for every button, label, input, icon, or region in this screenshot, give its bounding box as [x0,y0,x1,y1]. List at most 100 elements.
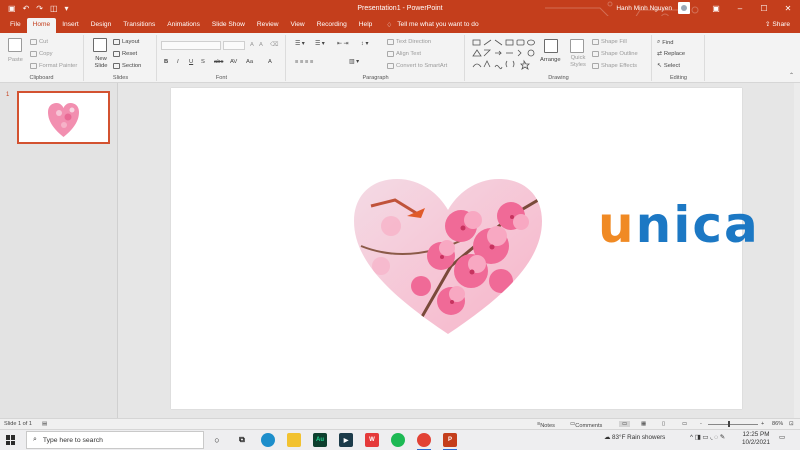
tab-transitions[interactable]: Transitions [117,16,161,33]
zoom-in-button[interactable]: + [761,421,764,427]
minimize-icon[interactable]: – [728,0,752,16]
chrome-icon[interactable] [417,433,431,447]
find-button[interactable]: ⌕ Find [657,39,674,46]
shape-outline-button[interactable]: Shape Outline [592,51,638,57]
shape-effects-button[interactable]: Shape Effects [592,63,637,69]
shape-fill-button[interactable]: Shape Fill [592,39,627,45]
task-view-icon[interactable]: ⧉ [235,433,249,447]
tab-file[interactable]: File [4,16,27,33]
edge-icon[interactable] [261,433,275,447]
reading-view-icon[interactable]: ▯ [662,421,665,427]
align-icons[interactable]: ≡ ≡ ≡ ≡ [295,59,313,65]
weather-widget[interactable]: ☁ 83°F Rain showers [604,434,665,441]
italic-button[interactable]: I [177,59,179,65]
notifications-icon[interactable]: ▭ [779,434,785,441]
powerpoint-icon[interactable]: P [443,433,457,447]
undo-icon[interactable]: ↶ [23,4,30,13]
spacing-button[interactable]: AV [230,59,237,65]
unica-logo[interactable]: unica [598,200,760,250]
ribbon-display-icon[interactable]: ▣ [704,0,728,16]
zoom-out-button[interactable]: - [700,421,702,427]
convert-smartart-button[interactable]: Convert to SmartArt [387,63,447,69]
copy-button[interactable]: Copy [30,51,53,57]
arrange-button[interactable]: Arrange [540,57,561,63]
redo-icon[interactable]: ↷ [36,4,43,13]
notes-button[interactable]: ≡ Notes [537,421,555,429]
tab-review[interactable]: Review [251,16,285,33]
columns-icon[interactable]: ▥ ▾ [349,59,359,65]
media-player-icon[interactable]: ▶ [339,433,353,447]
quick-styles-icon[interactable] [570,39,584,53]
replace-button[interactable]: ⇄ Replace [657,51,685,57]
spotify-icon[interactable] [391,433,405,447]
close-icon[interactable]: ✕ [776,0,800,16]
clock[interactable]: 12:25 PM 10/2/2021 [742,431,770,447]
new-slide-button[interactable]: New Slide [89,56,113,70]
maximize-icon[interactable]: ☐ [752,0,776,16]
file-explorer-icon[interactable] [287,433,301,447]
line-spacing-icon[interactable]: ↕ ▾ [361,41,368,47]
tab-view[interactable]: View [285,16,311,33]
font-color-button[interactable]: A [268,59,272,65]
accessibility-icon[interactable]: ▤ [42,421,47,427]
shrink-font-button[interactable]: A [259,42,263,48]
tell-me-box[interactable]: ♢ Tell me what you want to do [386,21,478,29]
strikethrough-button[interactable]: S [201,59,205,65]
select-button[interactable]: ↖ Select [657,63,680,69]
cut-button[interactable]: Cut [30,39,48,45]
user-name[interactable]: Hanh Minh Nguyen [616,5,672,12]
comments-button[interactable]: ▭ Comments [570,421,602,429]
paste-button[interactable]: Paste [8,57,23,63]
wps-icon[interactable]: W [365,433,379,447]
taskbar-search[interactable]: ⌕ Type here to search [26,431,204,449]
audition-icon[interactable]: Au [313,433,327,447]
slideshow-view-icon[interactable]: ▭ [682,421,687,427]
slide-thumbnail[interactable] [17,91,110,144]
font-name-field[interactable] [161,41,221,50]
shapes-gallery[interactable] [472,39,540,71]
slide[interactable]: unica [171,88,758,409]
tab-animations[interactable]: Animations [161,16,206,33]
grow-font-button[interactable]: A [250,42,254,48]
present-icon[interactable]: ◫ [50,4,58,13]
section-button[interactable]: Section [113,63,141,69]
tab-recording[interactable]: Recording [311,16,353,33]
clear-format-icon[interactable]: ⌫ [270,42,278,48]
layout-button[interactable]: Layout [113,39,139,45]
autosave-icon[interactable]: ▣ [8,4,16,13]
bold-button[interactable]: B [164,59,168,65]
fit-slide-icon[interactable]: ⊡ [789,421,794,427]
quick-styles-button[interactable]: Quick Styles [566,55,590,69]
tray-icons[interactable]: ^ ◨ ▭ ◟ ◌ ✎ [690,434,725,441]
collapse-ribbon-icon[interactable]: ⌃ [789,72,794,79]
tab-slide-show[interactable]: Slide Show [206,16,251,33]
avatar[interactable] [678,2,690,14]
heart-picture[interactable] [351,176,545,336]
indent-icons[interactable]: ⇤ ⇥ [337,41,348,47]
change-case-button[interactable]: Aa [246,59,253,65]
tab-home[interactable]: Home [26,18,57,33]
slide-sorter-icon[interactable]: ▦ [641,421,646,427]
reset-button[interactable]: Reset [113,51,137,57]
format-painter-button[interactable]: Format Painter [30,63,77,69]
shadow-button[interactable]: abc [214,59,223,65]
zoom-level[interactable]: 86% [772,421,783,427]
paste-icon[interactable] [8,38,22,52]
bullets-icon[interactable]: ☰ ▾ [295,41,305,47]
vertical-scrollbar[interactable] [794,83,800,418]
normal-view-icon[interactable]: ▭ [619,421,631,427]
tab-insert[interactable]: Insert [56,16,85,33]
customize-qat-icon[interactable]: ▾ [65,4,69,13]
windows-start-icon[interactable] [6,435,16,445]
zoom-slider[interactable] [708,424,758,425]
numbering-icon[interactable]: ☰ ▾ [315,41,325,47]
cortana-icon[interactable]: ○ [210,433,224,447]
underline-button[interactable]: U [189,59,193,65]
tab-help[interactable]: Help [353,16,379,33]
text-direction-button[interactable]: Text Direction [387,39,431,45]
share-button[interactable]: ⇪ Share [765,16,790,33]
new-slide-icon[interactable] [93,38,107,52]
tab-design[interactable]: Design [85,16,118,33]
zoom-thumb[interactable] [728,421,730,427]
arrange-icon[interactable] [544,39,558,53]
